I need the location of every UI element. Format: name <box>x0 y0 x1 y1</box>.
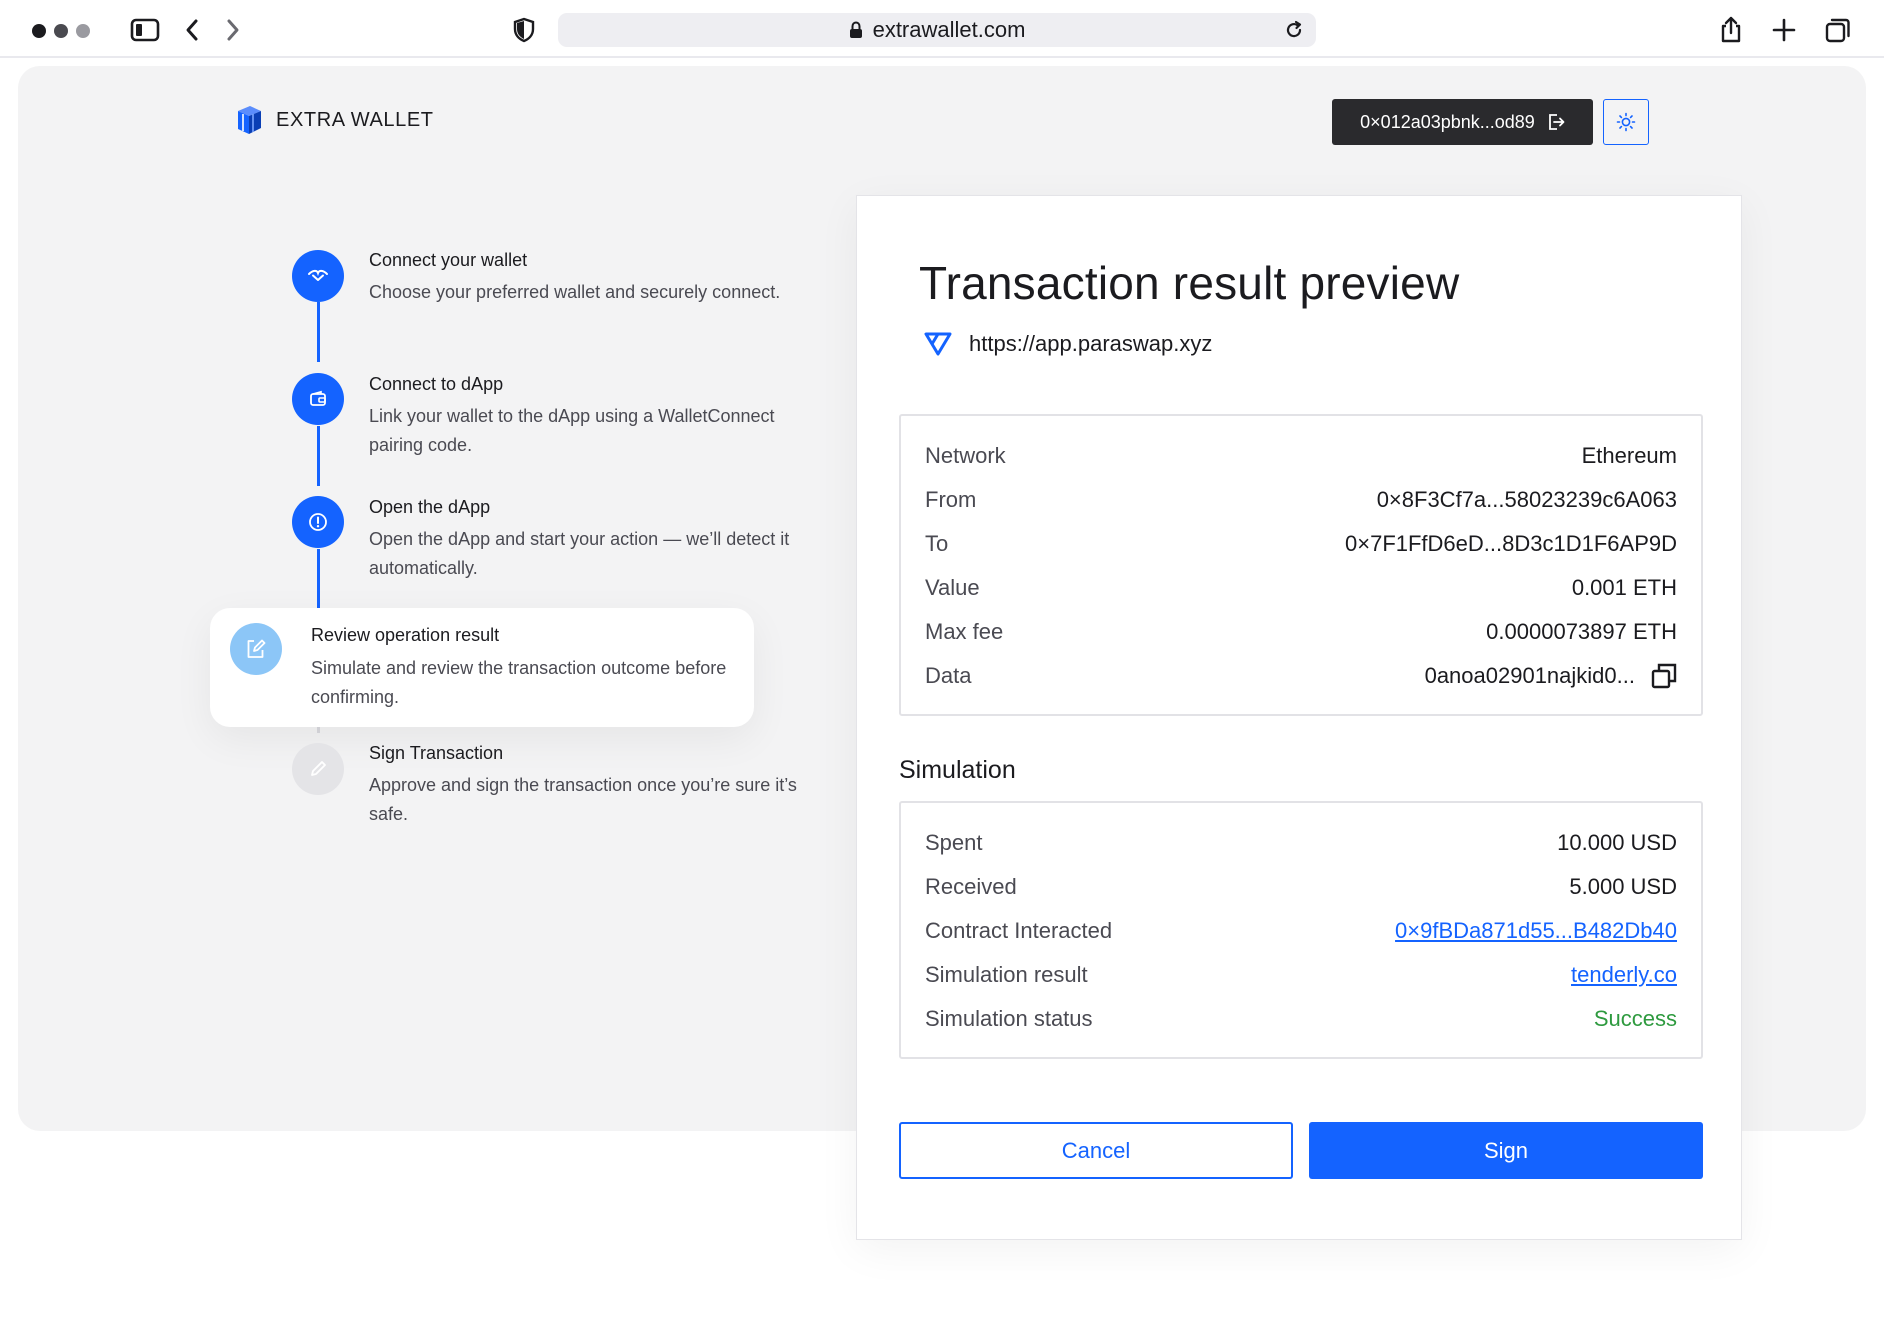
brand-name: EXTRA WALLET <box>276 108 434 131</box>
detail-label: Network <box>925 443 1006 468</box>
sim-value: 10.000 USD <box>1557 830 1677 855</box>
step-connector <box>317 727 320 733</box>
detail-label: Value <box>925 575 980 600</box>
extra-wallet-logo-icon <box>238 106 261 134</box>
detail-row-network: Network Ethereum <box>925 441 1677 471</box>
step-description: Simulate and review the transaction outc… <box>311 658 727 707</box>
copy-icon[interactable] <box>1651 663 1677 689</box>
back-icon[interactable] <box>174 12 210 48</box>
brand[interactable]: EXTRA WALLET <box>234 104 434 136</box>
dapp-origin: https://app.paraswap.xyz <box>923 331 1212 357</box>
step-connector <box>317 302 320 362</box>
detail-value: 0×8F3Cf7a...58023239c6A063 <box>1376 487 1677 512</box>
sim-label: Spent <box>925 830 983 855</box>
step-description: Open the dApp and start your action — we… <box>369 529 790 578</box>
sim-row-contract: Contract Interacted 0×9fBDa871d55...B482… <box>925 916 1677 946</box>
step-title: Review operation result <box>311 625 500 645</box>
step-title: Connect your wallet <box>369 250 528 270</box>
step-title: Open the dApp <box>369 497 491 517</box>
detail-label: From <box>925 487 977 512</box>
contract-address-link[interactable]: 0×9fBDa871d55...B482Db40 <box>1395 918 1677 944</box>
cancel-button[interactable]: Cancel <box>899 1122 1293 1179</box>
step-circle <box>292 250 344 302</box>
window-minimize-dot[interactable] <box>54 24 68 38</box>
detail-value: 0×7F1FfD6eD...8D3c1D1F6AP9D <box>1345 531 1677 556</box>
simulation-heading: Simulation <box>899 756 1016 784</box>
disconnect-icon <box>1548 114 1565 130</box>
detail-label: Max fee <box>925 619 1004 644</box>
transaction-details-panel: Network Ethereum From 0×8F3Cf7a...580232… <box>899 414 1703 716</box>
transaction-preview-card: Transaction result preview https://app.p… <box>856 195 1742 1240</box>
privacy-shield-icon[interactable] <box>506 12 542 48</box>
detail-row-data: Data 0anoa02901najkid0... <box>925 661 1677 691</box>
lock-icon <box>849 21 862 38</box>
wave-icon <box>308 269 328 281</box>
window-zoom-dot[interactable] <box>76 24 90 38</box>
pen-icon <box>311 761 326 776</box>
window-close-dot[interactable] <box>32 24 46 38</box>
step-description: Choose your preferred wallet and securel… <box>369 282 781 302</box>
url-text: extrawallet.com <box>872 17 1026 42</box>
step-title: Sign Transaction <box>369 743 504 763</box>
sim-label: Simulation result <box>925 962 1088 987</box>
sim-row-received: Received 5.000 USD <box>925 872 1677 902</box>
edit-doc-icon <box>247 639 266 658</box>
step-circle <box>292 496 344 548</box>
browser-toolbar: extrawallet.com <box>0 0 1884 58</box>
simulation-status: Success <box>1593 1006 1677 1031</box>
sim-label: Received <box>925 874 1017 899</box>
detail-value: Ethereum <box>1581 443 1677 468</box>
address-bar[interactable]: extrawallet.com <box>558 13 1316 47</box>
detail-label: Data <box>925 663 972 688</box>
page-title: Transaction result preview <box>919 257 1460 309</box>
step-review-result-active[interactable]: Review operation result Simulate and rev… <box>210 608 754 727</box>
info-icon <box>309 513 327 531</box>
sim-value: 5.000 USD <box>1569 874 1677 899</box>
step-circle <box>292 743 344 795</box>
sim-row-status: Simulation status Success <box>925 1004 1677 1034</box>
detail-row-value: Value 0.001 ETH <box>925 573 1677 603</box>
paraswap-logo-icon <box>924 332 952 356</box>
detail-value: 0anoa02901najkid0... <box>1424 663 1635 688</box>
dapp-url: https://app.paraswap.xyz <box>969 331 1213 356</box>
sun-icon <box>1616 112 1636 132</box>
sidebar-toggle-icon[interactable] <box>127 12 163 48</box>
wallet-address: 0×012a03pbnk...od89 <box>1360 111 1535 132</box>
detail-row-to: To 0×7F1FfD6eD...8D3c1D1F6AP9D <box>925 529 1677 559</box>
share-icon[interactable] <box>1713 12 1749 48</box>
step-circle <box>230 623 282 675</box>
forward-icon[interactable] <box>215 12 251 48</box>
sign-button[interactable]: Sign <box>1309 1122 1703 1179</box>
step-connector <box>317 549 320 609</box>
simulation-panel: Spent 10.000 USD Received 5.000 USD Cont… <box>899 801 1703 1059</box>
detail-row-from: From 0×8F3Cf7a...58023239c6A063 <box>925 485 1677 515</box>
sim-row-spent: Spent 10.000 USD <box>925 828 1677 858</box>
reload-icon[interactable] <box>1282 18 1306 42</box>
theme-toggle-button[interactable] <box>1603 99 1649 145</box>
sim-label: Contract Interacted <box>925 918 1113 943</box>
detail-label: To <box>925 531 949 556</box>
tab-overview-icon[interactable] <box>1820 12 1856 48</box>
wallet-address-button[interactable]: 0×012a03pbnk...od89 <box>1332 99 1593 145</box>
detail-value-wrap: 0anoa02901najkid0... <box>1425 663 1677 689</box>
step-title: Connect to dApp <box>369 374 504 394</box>
step-connector <box>317 426 320 486</box>
detail-value: 0.0000073897 ETH <box>1486 619 1677 644</box>
step-circle <box>292 373 344 425</box>
sim-row-result: Simulation result tenderly.co <box>925 960 1677 990</box>
step-description: Approve and sign the transaction once yo… <box>369 775 797 824</box>
new-tab-icon[interactable] <box>1766 12 1802 48</box>
wallet-icon <box>310 390 326 406</box>
simulation-result-link[interactable]: tenderly.co <box>1571 962 1677 988</box>
sim-label: Simulation status <box>925 1006 1093 1031</box>
detail-value: 0.001 ETH <box>1571 575 1677 600</box>
step-description: Link your wallet to the dApp using a Wal… <box>369 406 775 455</box>
detail-row-max-fee: Max fee 0.0000073897 ETH <box>925 617 1677 647</box>
